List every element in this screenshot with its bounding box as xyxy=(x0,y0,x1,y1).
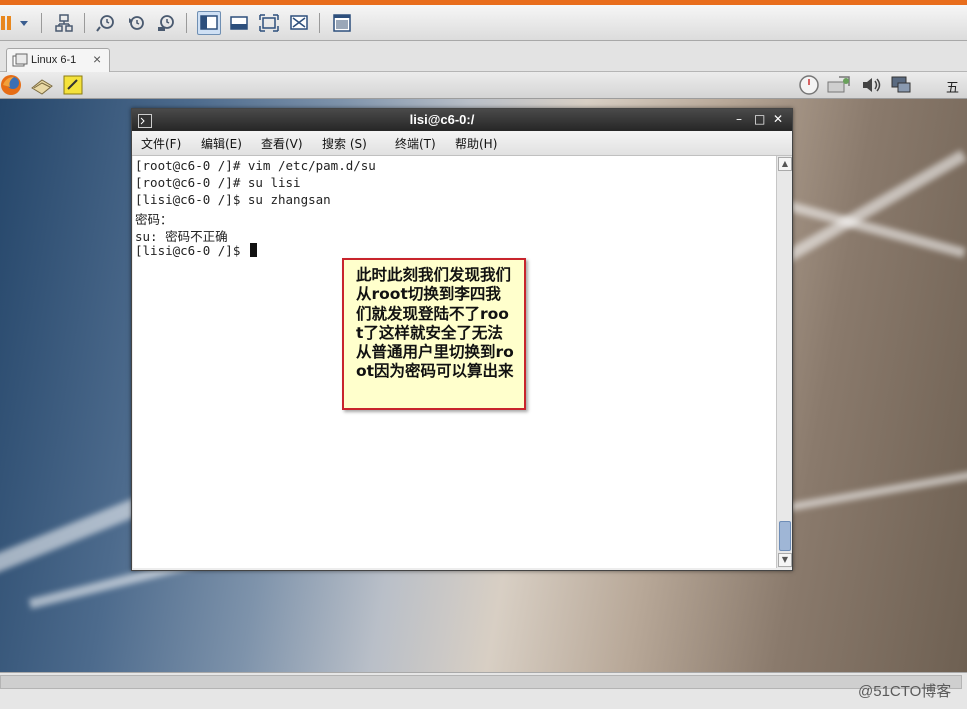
snapshot-icon[interactable] xyxy=(94,11,118,35)
tab-label: Linux 6-1 xyxy=(31,54,77,66)
vm-icon xyxy=(12,53,28,72)
clock-applet-icon[interactable] xyxy=(797,74,821,100)
menu-view[interactable]: 查看(V) xyxy=(261,135,303,152)
fullscreen-icon[interactable] xyxy=(257,11,281,35)
close-tab-icon[interactable]: × xyxy=(93,51,101,67)
menu-help[interactable]: 帮助(H) xyxy=(455,135,497,152)
network-icon[interactable] xyxy=(52,11,76,35)
toolbar-separator xyxy=(186,13,187,33)
menu-file[interactable]: 文件(F) xyxy=(141,135,181,152)
tab-linux-6-1[interactable]: Linux 6-1 × xyxy=(6,48,110,72)
dropdown-icon[interactable] xyxy=(16,11,32,35)
firefox-icon[interactable] xyxy=(0,73,24,101)
vm-tab-bar: Linux 6-1 × xyxy=(0,41,967,72)
terminal-prompt-line: [lisi@c6-0 /]$ xyxy=(135,243,257,258)
close-button[interactable]: ✕ xyxy=(773,112,783,126)
terminal-line: [lisi@c6-0 /]$ su zhangsan xyxy=(135,192,331,207)
scrollbar-thumb[interactable] xyxy=(779,521,791,551)
quick-switch-icon[interactable] xyxy=(227,11,251,35)
text-cursor xyxy=(249,243,257,257)
vmware-toolbar xyxy=(0,5,967,41)
update-notifier-icon[interactable] xyxy=(826,74,852,100)
snapshot-manager-icon[interactable] xyxy=(154,11,178,35)
maximize-button[interactable]: □ xyxy=(754,112,765,126)
watermark-text: @51CTO博客 xyxy=(858,683,952,700)
clock-text[interactable]: 五 xyxy=(946,77,959,96)
minimize-button[interactable]: – xyxy=(736,112,742,126)
scroll-up-icon[interactable]: ▲ xyxy=(778,157,792,171)
scroll-down-icon[interactable]: ▼ xyxy=(778,553,792,567)
annotation-text: 此时此刻我们发现我们从root切换到李四我们就发现登陆不了root了这样就安全了… xyxy=(356,266,514,381)
network-status-icon[interactable] xyxy=(889,74,913,100)
horizontal-scrollbar[interactable] xyxy=(0,675,962,689)
mail-client-icon[interactable] xyxy=(30,74,54,100)
annotation-callout: 此时此刻我们发现我们从root切换到李四我们就发现登陆不了root了这样就安全了… xyxy=(342,258,526,410)
menu-edit[interactable]: 编辑(E) xyxy=(201,135,242,152)
revert-snapshot-icon[interactable] xyxy=(124,11,148,35)
terminal-line: [root@c6-0 /]# su lisi xyxy=(135,175,301,190)
vmware-statusbar xyxy=(0,672,967,709)
volume-icon[interactable] xyxy=(860,75,884,99)
menu-search[interactable]: 搜索 (S) xyxy=(322,135,367,152)
terminal-titlebar[interactable]: lisi@c6-0:/ – □ ✕ xyxy=(132,109,792,131)
console-view-icon[interactable] xyxy=(330,11,354,35)
text-editor-icon[interactable] xyxy=(62,74,84,100)
toolbar-separator xyxy=(319,13,320,33)
terminal-title: lisi@c6-0:/ xyxy=(409,112,475,127)
gnome-top-panel: 五 xyxy=(0,72,967,99)
normal-view-icon[interactable] xyxy=(197,11,221,35)
terminal-line: [root@c6-0 /]# vim /etc/pam.d/su xyxy=(135,158,376,173)
toolbar-separator xyxy=(41,13,42,33)
terminal-menubar: 文件(F) 编辑(E) 查看(V) 搜索 (S) 终端(T) 帮助(H) xyxy=(132,131,792,156)
unity-icon[interactable] xyxy=(287,11,311,35)
menu-terminal[interactable]: 终端(T) xyxy=(395,135,436,152)
prompt-text: [lisi@c6-0 /]$ xyxy=(135,243,248,258)
terminal-scrollbar[interactable]: ▲ ▼ xyxy=(776,156,792,568)
toolbar-separator xyxy=(84,13,85,33)
